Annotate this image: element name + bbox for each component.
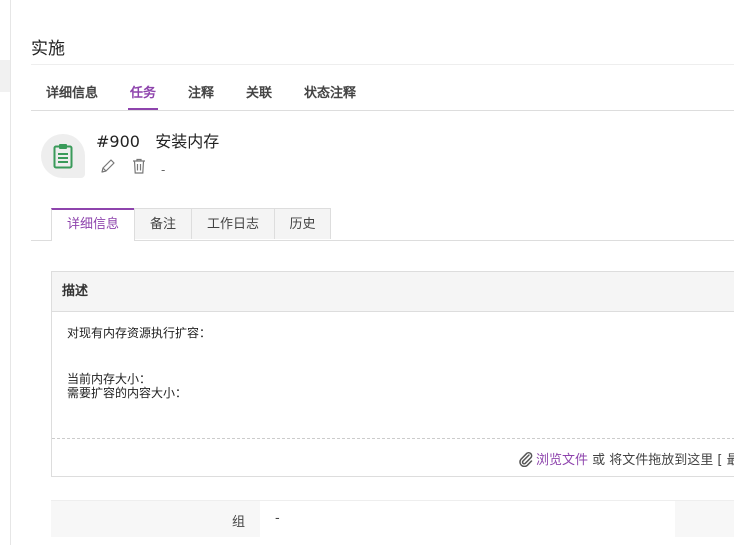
group-label: 组 [231, 515, 245, 530]
task-actions: - [99, 156, 166, 177]
trash-icon [133, 158, 145, 174]
tab-tasks[interactable]: 任务 [127, 82, 159, 110]
paperclip-icon [519, 451, 533, 468]
tab-status-comments[interactable]: 状态注释 [304, 82, 356, 101]
tab-details[interactable]: 详细信息 [46, 82, 98, 101]
attachment-dropzone[interactable]: 浏览文件 或 将文件拖放到这里 [ 最 [52, 438, 734, 477]
description-line: 当前内存大小： [67, 372, 152, 386]
delete-button[interactable] [130, 157, 148, 175]
main-tabs: 详细信息 任务 注释 关联 状态注释 [31, 72, 734, 111]
description-header: 描述 [52, 272, 734, 312]
left-rail-stub [0, 60, 10, 92]
task-assignee: - [161, 163, 166, 177]
task-avatar [41, 134, 85, 178]
description-panel: 描述 对现有内存资源执行扩容： 当前内存大小： 需要扩容的内容大小： 浏览文件 … [51, 271, 734, 477]
pencil-icon [101, 159, 115, 173]
description-line: 需要扩容的内容大小： [67, 386, 188, 400]
page-title: 实施 [31, 39, 65, 59]
task-title: #900 安装内存 [96, 132, 220, 151]
subtab-details[interactable]: 详细信息 [51, 208, 135, 241]
group-row: 组 - [51, 500, 734, 537]
drop-files-text: 或 将文件拖放到这里 [ 最 [588, 453, 734, 468]
group-value[interactable]: - [260, 501, 675, 537]
tab-comments[interactable]: 注释 [188, 82, 214, 101]
sub-tabs: 详细信息 备注 工作日志 历史 [31, 208, 734, 241]
description-line: 对现有内存资源执行扩容： [67, 326, 212, 340]
subtab-worklog[interactable]: 工作日志 [191, 208, 275, 239]
subtab-history[interactable]: 历史 [274, 208, 331, 239]
browse-files-link[interactable]: 浏览文件 [536, 453, 588, 468]
subtab-notes[interactable]: 备注 [134, 208, 192, 239]
title-divider [31, 64, 734, 65]
left-rail [0, 0, 11, 545]
clipboard-icon [53, 144, 73, 169]
description-body[interactable]: 对现有内存资源执行扩容： 当前内存大小： 需要扩容的内容大小： [67, 326, 211, 400]
group-value-text: - [275, 511, 280, 526]
tab-relations[interactable]: 关联 [246, 82, 272, 101]
attachment-hint: 浏览文件 或 将文件拖放到这里 [ 最 [518, 449, 734, 468]
edit-button[interactable] [99, 157, 117, 175]
